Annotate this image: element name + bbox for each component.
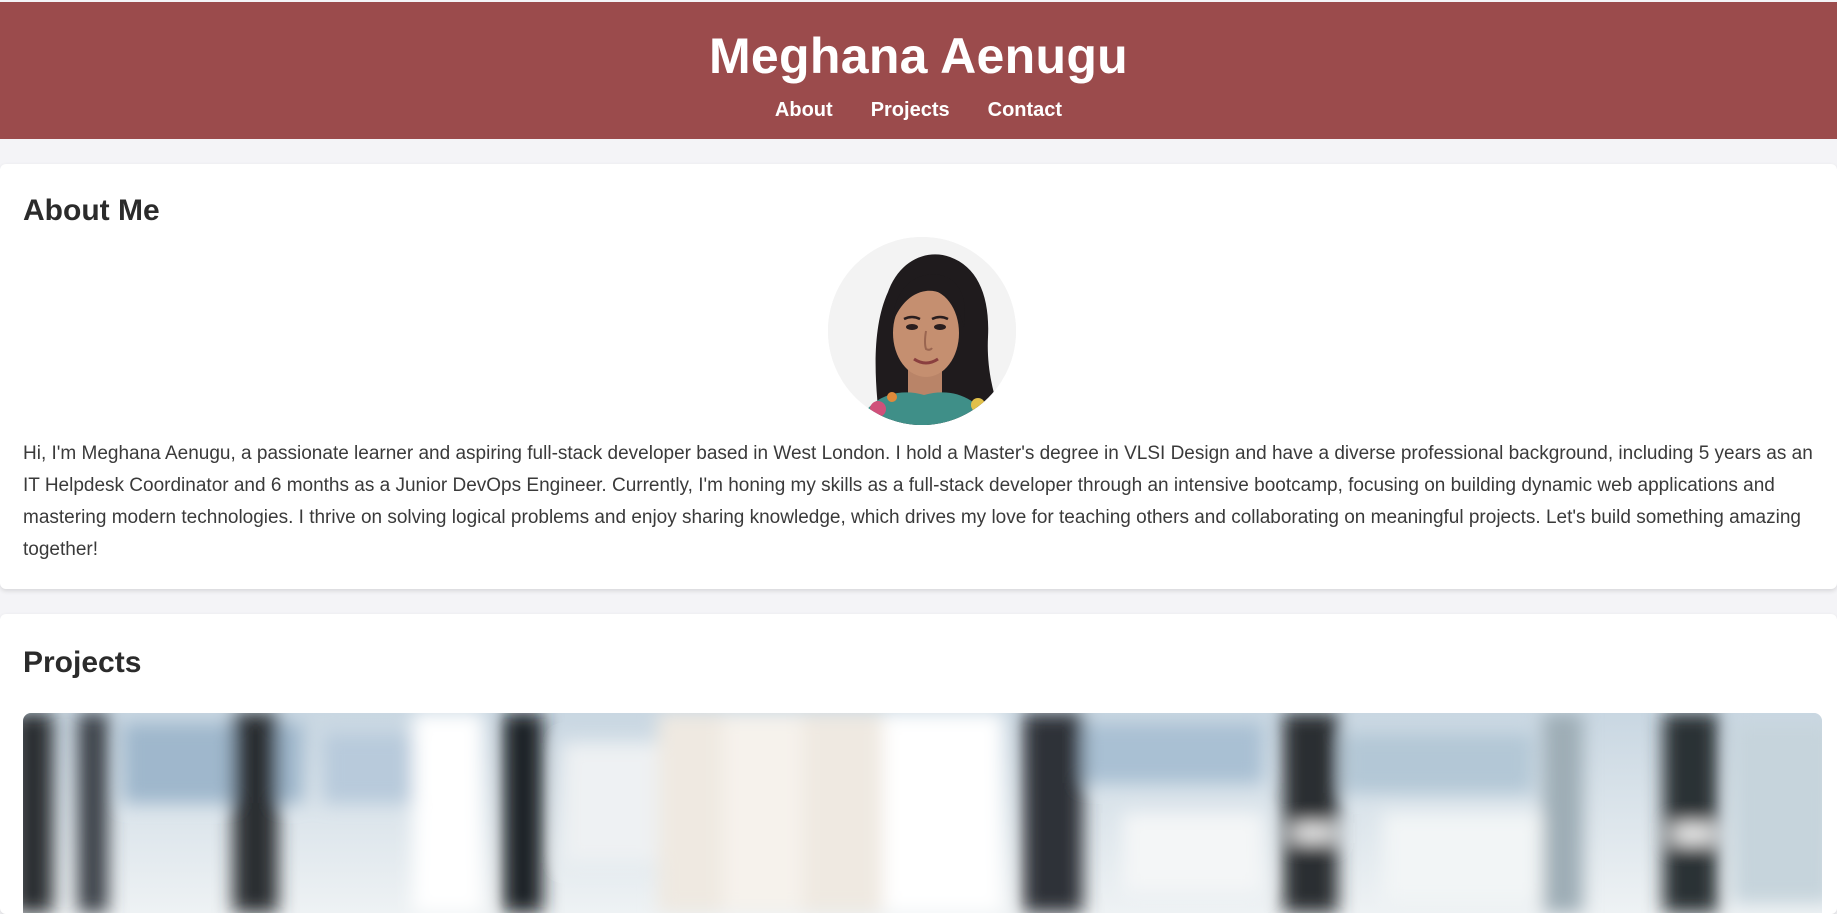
profile-photo [828, 237, 1016, 425]
about-heading: About Me [23, 194, 160, 227]
about-section: About Me Hi, I'm Meghana Aenugu, a passi… [0, 164, 1837, 589]
projects-section: Projects [0, 614, 1837, 914]
site-title: Meghana Aenugu [708, 28, 1129, 84]
nav-link-projects[interactable]: Projects [871, 98, 950, 122]
main-nav: About Projects Contact [0, 98, 1837, 122]
nav-link-about[interactable]: About [775, 98, 833, 122]
about-bio: Hi, I'm Meghana Aenugu, a passionate lea… [23, 443, 1813, 560]
nav-link-contact[interactable]: Contact [988, 98, 1062, 122]
projects-heading: Projects [23, 646, 142, 679]
site-header: Meghana Aenugu About Projects Contact [0, 2, 1837, 139]
project-image[interactable] [23, 713, 1822, 913]
